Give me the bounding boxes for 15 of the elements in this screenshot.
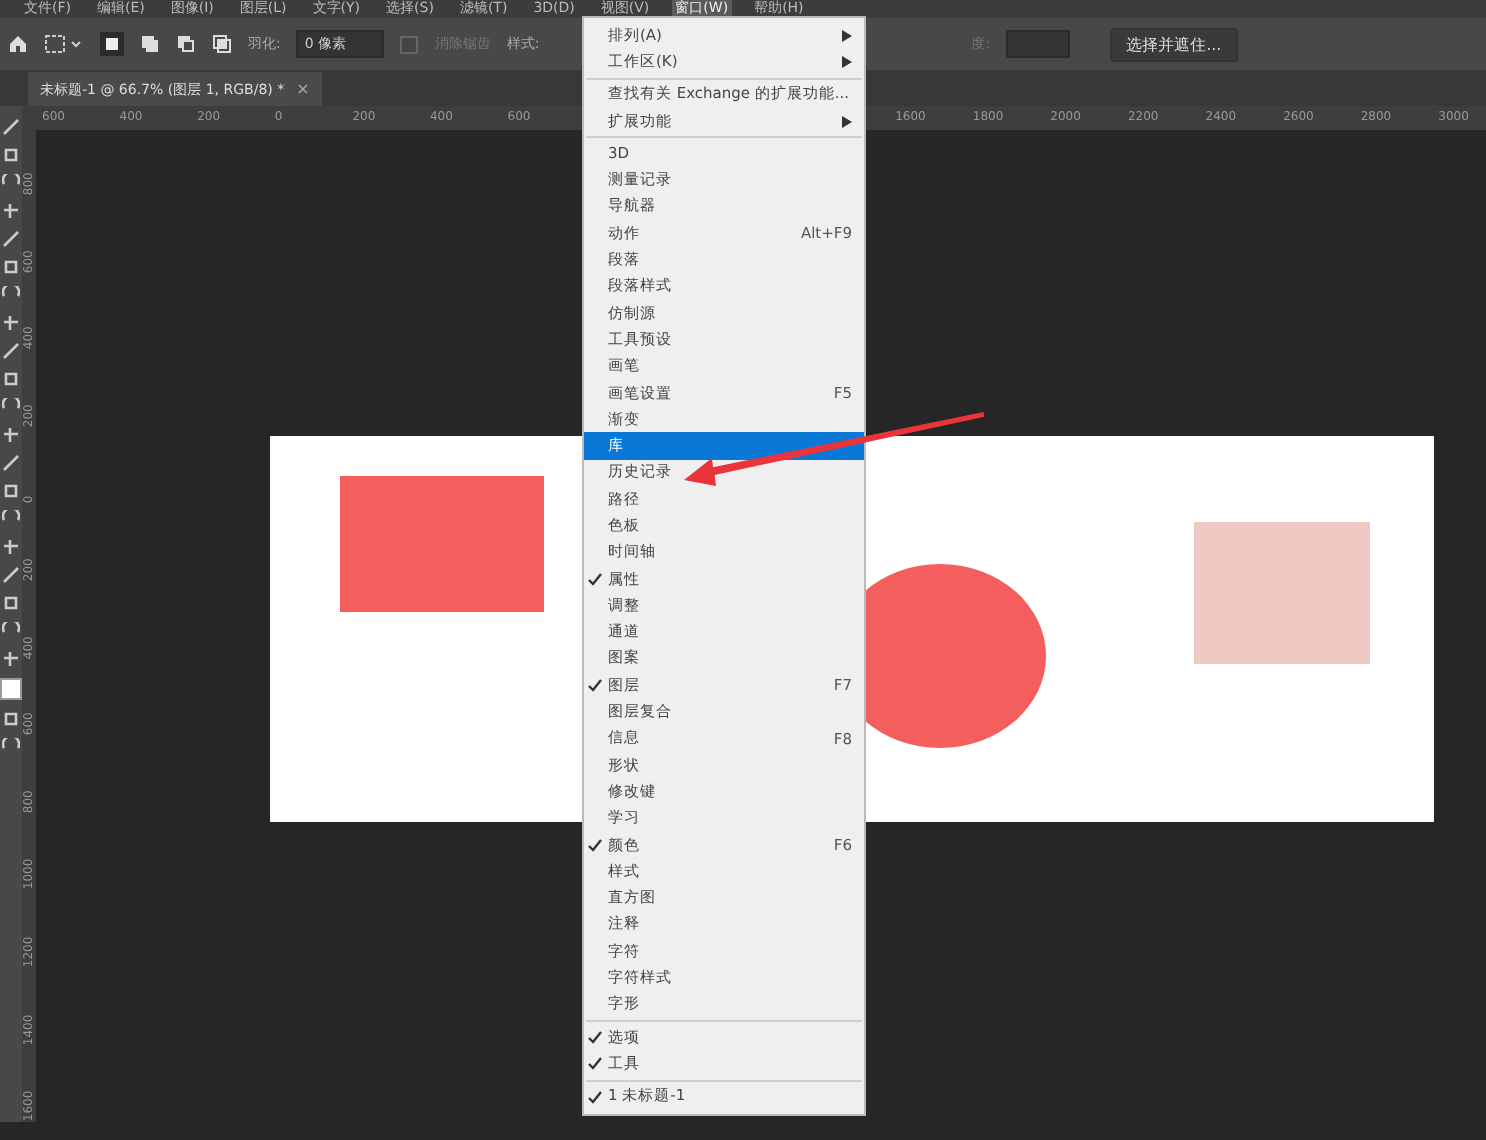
close-icon[interactable]: × <box>296 80 310 98</box>
tool-icon[interactable] <box>2 538 20 556</box>
add-selection-icon[interactable] <box>140 34 160 54</box>
select-and-mask-button[interactable]: 选择并遮住... <box>1110 27 1238 61</box>
height-field[interactable] <box>1006 30 1071 58</box>
home-icon[interactable] <box>8 34 28 54</box>
color-swatch[interactable] <box>0 678 22 700</box>
tool-icon[interactable] <box>2 314 20 332</box>
tool-icon[interactable] <box>2 426 20 444</box>
intersect-selection-icon[interactable] <box>212 34 232 54</box>
tool-icon[interactable] <box>2 202 20 220</box>
tool-icon[interactable] <box>2 650 20 668</box>
subtract-selection-icon[interactable] <box>176 34 196 54</box>
marquee-icon[interactable] <box>44 34 84 54</box>
new-selection-icon[interactable] <box>100 32 124 56</box>
